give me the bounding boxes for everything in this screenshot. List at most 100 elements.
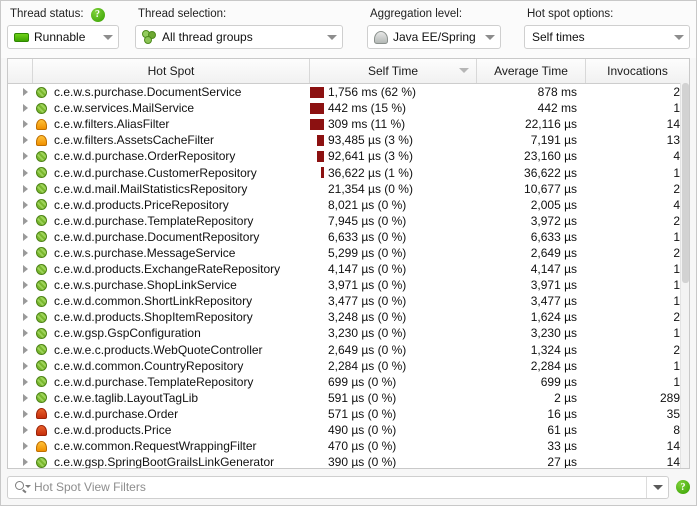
expand-triangle-icon[interactable] <box>17 100 33 116</box>
average-time-value: 23,160 µs <box>524 149 577 164</box>
expand-triangle-icon[interactable] <box>17 197 33 213</box>
column-header-self-time[interactable]: Self Time <box>310 59 477 83</box>
invocations-cell: 1 <box>586 325 689 341</box>
hot-spot-cell: c.e.w.d.purchase.TemplateRepository <box>33 213 310 229</box>
table-row[interactable]: c.e.w.d.common.ShortLinkRepository 3,477 … <box>8 293 689 309</box>
expand-triangle-icon[interactable] <box>17 325 33 341</box>
table-row[interactable]: c.e.w.d.purchase.TemplateRepository 7,945… <box>8 213 689 229</box>
invocations-cell: 2 <box>586 181 689 197</box>
table-row[interactable]: c.e.w.s.purchase.ShopLinkService 3,971 µs… <box>8 277 689 293</box>
table-row[interactable]: c.e.w.d.products.Price 490 µs (0 %) 61 µs 8 <box>8 422 689 438</box>
table-row[interactable]: c.e.w.d.common.CountryRepository 2,284 µs… <box>8 358 689 374</box>
expand-triangle-icon[interactable] <box>17 277 33 293</box>
table-row[interactable]: c.e.w.filters.AssetsCacheFilter 93,485 µs… <box>8 132 689 148</box>
hot-spot-cell: c.e.w.d.common.CountryRepository <box>33 358 310 374</box>
average-time-value: 1,324 µs <box>530 342 577 357</box>
table-row[interactable]: c.e.w.s.purchase.DocumentService 1,756 ms… <box>8 84 689 100</box>
expand-triangle-icon[interactable] <box>17 213 33 229</box>
row-icon-cell <box>8 390 33 406</box>
invocations-cell: 1 <box>586 164 689 180</box>
aggregation-level-group: Aggregation level: Java EE/Spring <box>367 1 510 49</box>
table-row[interactable]: c.e.w.d.mail.MailStatisticsRepository 21,… <box>8 181 689 197</box>
thread-selection-combo[interactable]: All thread groups <box>135 25 343 49</box>
table-row[interactable]: c.e.w.d.products.ExchangeRateRepository 4… <box>8 261 689 277</box>
bean-green-icon <box>33 181 50 197</box>
hot-spot-filter-input[interactable]: Hot Spot View Filters <box>7 475 669 499</box>
table-row[interactable]: c.e.w.services.MailService 442 ms (15 %) 4… <box>8 100 689 116</box>
column-header-hot-spot[interactable]: Hot Spot <box>33 59 310 83</box>
chevron-down-icon[interactable] <box>322 34 342 40</box>
vertical-scrollbar-thumb[interactable] <box>682 83 689 283</box>
expand-triangle-icon[interactable] <box>17 390 33 406</box>
table-row[interactable]: c.e.w.filters.AliasFilter 309 ms (11 %) 22… <box>8 116 689 132</box>
vertical-scrollbar[interactable] <box>680 83 689 468</box>
expand-triangle-icon[interactable] <box>17 293 33 309</box>
expand-triangle-icon[interactable] <box>17 438 33 454</box>
table-row[interactable]: c.e.w.d.products.PriceRepository 8,021 µs… <box>8 197 689 213</box>
expand-triangle-icon[interactable] <box>17 374 33 390</box>
expand-triangle-icon[interactable] <box>17 84 33 100</box>
expand-triangle-icon[interactable] <box>17 132 33 148</box>
hot-spot-name: c.e.w.d.purchase.CustomerRepository <box>54 165 257 180</box>
column-header-invocations[interactable]: Invocations <box>586 59 689 83</box>
aggregation-level-combo[interactable]: Java EE/Spring <box>367 25 501 49</box>
chevron-down-icon[interactable] <box>480 34 500 40</box>
bean-green-icon <box>33 84 50 100</box>
table-row[interactable]: c.e.w.e.taglib.LayoutTagLib 591 µs (0 %) 2… <box>8 390 689 406</box>
filter-bar: Hot Spot View Filters ? <box>1 469 696 505</box>
hot-spot-cell: c.e.w.s.purchase.MessageService <box>33 245 310 261</box>
invocations-value: 4 <box>673 197 680 212</box>
self-time-value: 2,649 µs (0 %) <box>328 342 407 357</box>
table-row[interactable]: c.e.w.d.purchase.TemplateRepository 699 µ… <box>8 374 689 390</box>
table-row[interactable]: c.e.w.gsp.SpringBootGrailsLinkGenerator 3… <box>8 454 689 468</box>
average-time-value: 442 ms <box>537 101 577 116</box>
table-row[interactable]: c.e.w.d.purchase.CustomerRepository 36,62… <box>8 164 689 180</box>
average-time-value: 16 µs <box>547 406 577 421</box>
column-header-icon[interactable] <box>8 59 33 83</box>
table-row[interactable]: c.e.w.d.products.ShopItemRepository 3,248… <box>8 309 689 325</box>
thread-selection-group: Thread selection: All thread groups <box>135 1 355 49</box>
table-row[interactable]: c.e.w.d.purchase.DocumentRepository 6,633… <box>8 229 689 245</box>
hot-spot-name: c.e.w.d.purchase.OrderRepository <box>54 149 236 164</box>
expand-triangle-icon[interactable] <box>17 406 33 422</box>
row-icon-cell <box>8 148 33 164</box>
bean-green-icon <box>33 277 50 293</box>
column-header-average-time[interactable]: Average Time <box>477 59 586 83</box>
average-time-cell: 61 µs <box>477 422 586 438</box>
expand-triangle-icon[interactable] <box>17 358 33 374</box>
expand-triangle-icon[interactable] <box>17 229 33 245</box>
hot-spot-options-combo[interactable]: Self times <box>524 25 690 49</box>
chevron-down-icon[interactable] <box>669 34 689 40</box>
expand-triangle-icon[interactable] <box>17 422 33 438</box>
help-icon[interactable]: ? <box>676 480 690 494</box>
table-row[interactable]: c.e.w.d.purchase.OrderRepository 92,641 µ… <box>8 148 689 164</box>
invocations-value: 1 <box>673 326 680 341</box>
expand-triangle-icon[interactable] <box>17 165 33 181</box>
self-time-cell: 6,633 µs (0 %) <box>310 229 477 245</box>
chevron-down-icon[interactable] <box>646 476 668 498</box>
table-row[interactable]: c.e.w.e.c.products.WebQuoteController 2,6… <box>8 342 689 358</box>
bean-green-icon <box>33 358 50 374</box>
expand-triangle-icon[interactable] <box>17 309 33 325</box>
table-row[interactable]: c.e.w.gsp.GspConfiguration 3,230 µs (0 %)… <box>8 325 689 341</box>
expand-triangle-icon[interactable] <box>17 261 33 277</box>
table-row[interactable]: c.e.w.s.purchase.MessageService 5,299 µs … <box>8 245 689 261</box>
expand-triangle-icon[interactable] <box>17 454 33 468</box>
chevron-down-icon[interactable] <box>98 34 118 40</box>
expand-triangle-icon[interactable] <box>17 181 33 197</box>
hot-spot-name: c.e.w.d.products.ExchangeRateRepository <box>54 262 281 277</box>
expand-triangle-icon[interactable] <box>17 148 33 164</box>
expand-triangle-icon[interactable] <box>17 245 33 261</box>
hot-spot-cell: c.e.w.e.c.products.WebQuoteController <box>33 342 310 358</box>
thread-status-combo[interactable]: Runnable <box>7 25 119 49</box>
expand-triangle-icon[interactable] <box>17 116 33 132</box>
invocations-value: 1 <box>673 358 680 373</box>
table-row[interactable]: c.e.w.d.purchase.Order 571 µs (0 %) 16 µs 3… <box>8 406 689 422</box>
self-time-cell: 571 µs (0 %) <box>310 406 477 422</box>
help-icon[interactable]: ? <box>90 7 105 22</box>
table-row[interactable]: c.e.w.common.RequestWrappingFilter 470 µs… <box>8 438 689 454</box>
self-time-value: 5,299 µs (0 %) <box>328 245 407 260</box>
self-time-cell: 8,021 µs (0 %) <box>310 197 477 213</box>
expand-triangle-icon[interactable] <box>17 342 33 358</box>
self-time-cell: 490 µs (0 %) <box>310 422 477 438</box>
